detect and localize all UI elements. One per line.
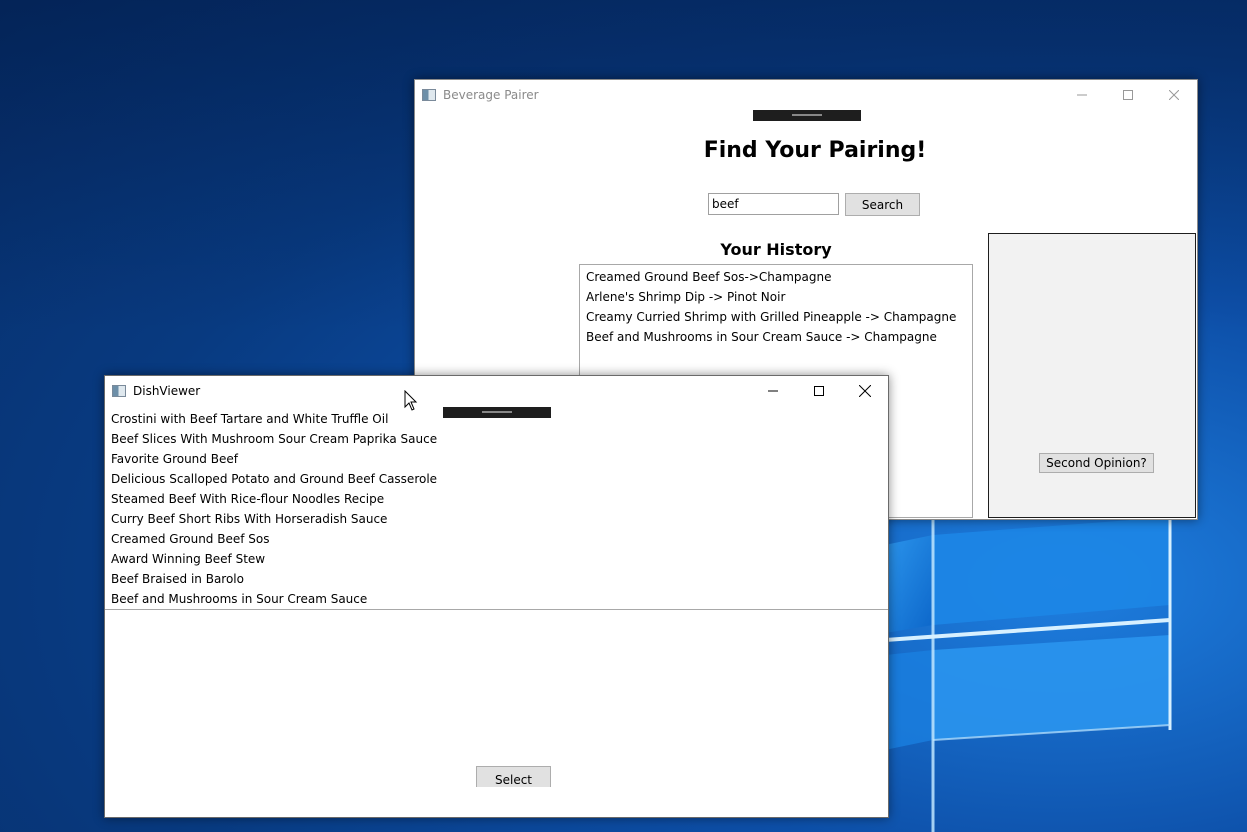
close-icon bbox=[859, 385, 871, 397]
search-input[interactable] bbox=[708, 193, 839, 215]
drag-handle[interactable] bbox=[753, 110, 861, 121]
history-item[interactable]: Creamy Curried Shrimp with Grilled Pinea… bbox=[580, 307, 972, 327]
close-button[interactable] bbox=[842, 376, 888, 406]
minimize-icon bbox=[1077, 94, 1087, 96]
drag-handle[interactable] bbox=[443, 407, 551, 418]
app-icon bbox=[422, 89, 436, 101]
dish-item[interactable]: Delicious Scalloped Potato and Ground Be… bbox=[105, 469, 888, 489]
dish-item[interactable]: Beef and Mushrooms in Sour Cream Sauce bbox=[105, 589, 888, 609]
viewer-titlebar[interactable]: DishViewer bbox=[105, 376, 888, 406]
select-button[interactable]: Select bbox=[476, 766, 551, 787]
dish-item[interactable]: Award Winning Beef Stew bbox=[105, 549, 888, 569]
second-opinion-panel: Second Opinion? bbox=[988, 233, 1196, 518]
close-button[interactable] bbox=[1151, 80, 1197, 110]
second-opinion-button[interactable]: Second Opinion? bbox=[1039, 453, 1154, 473]
dish-item[interactable]: Beef Braised in Barolo bbox=[105, 569, 888, 589]
pairer-window-title: Beverage Pairer bbox=[443, 88, 539, 102]
page-heading: Find Your Pairing! bbox=[703, 138, 927, 163]
app-icon bbox=[112, 385, 126, 397]
dish-item[interactable]: Creamed Ground Beef Sos bbox=[105, 529, 888, 549]
minimize-button[interactable] bbox=[750, 376, 796, 406]
maximize-button[interactable] bbox=[796, 376, 842, 406]
pairer-titlebar[interactable]: Beverage Pairer bbox=[415, 80, 1197, 110]
dish-item[interactable]: Curry Beef Short Ribs With Horseradish S… bbox=[105, 509, 888, 529]
maximize-icon bbox=[814, 386, 824, 396]
dish-item[interactable]: Beef Slices With Mushroom Sour Cream Pap… bbox=[105, 429, 888, 449]
close-icon bbox=[1169, 90, 1179, 100]
dish-viewer-window: DishViewer Crostini with Beef Tartare an… bbox=[104, 375, 889, 818]
dish-item[interactable]: Steamed Beef With Rice-flour Noodles Rec… bbox=[105, 489, 888, 509]
search-button[interactable]: Search bbox=[845, 193, 920, 216]
history-item[interactable]: Arlene's Shrimp Dip -> Pinot Noir bbox=[580, 287, 972, 307]
maximize-button[interactable] bbox=[1105, 80, 1151, 110]
dish-item[interactable]: Favorite Ground Beef bbox=[105, 449, 888, 469]
windows-logo-light bbox=[885, 505, 1172, 832]
minimize-icon bbox=[768, 390, 778, 392]
viewer-window-title: DishViewer bbox=[133, 384, 201, 398]
minimize-button[interactable] bbox=[1059, 80, 1105, 110]
history-heading: Your History bbox=[720, 240, 832, 259]
history-item[interactable]: Beef and Mushrooms in Sour Cream Sauce -… bbox=[580, 327, 972, 347]
history-item[interactable]: Creamed Ground Beef Sos->Champagne bbox=[580, 267, 972, 287]
dish-list[interactable]: Crostini with Beef Tartare and White Tru… bbox=[105, 407, 888, 610]
maximize-icon bbox=[1123, 90, 1133, 100]
mouse-cursor-icon bbox=[404, 390, 418, 411]
